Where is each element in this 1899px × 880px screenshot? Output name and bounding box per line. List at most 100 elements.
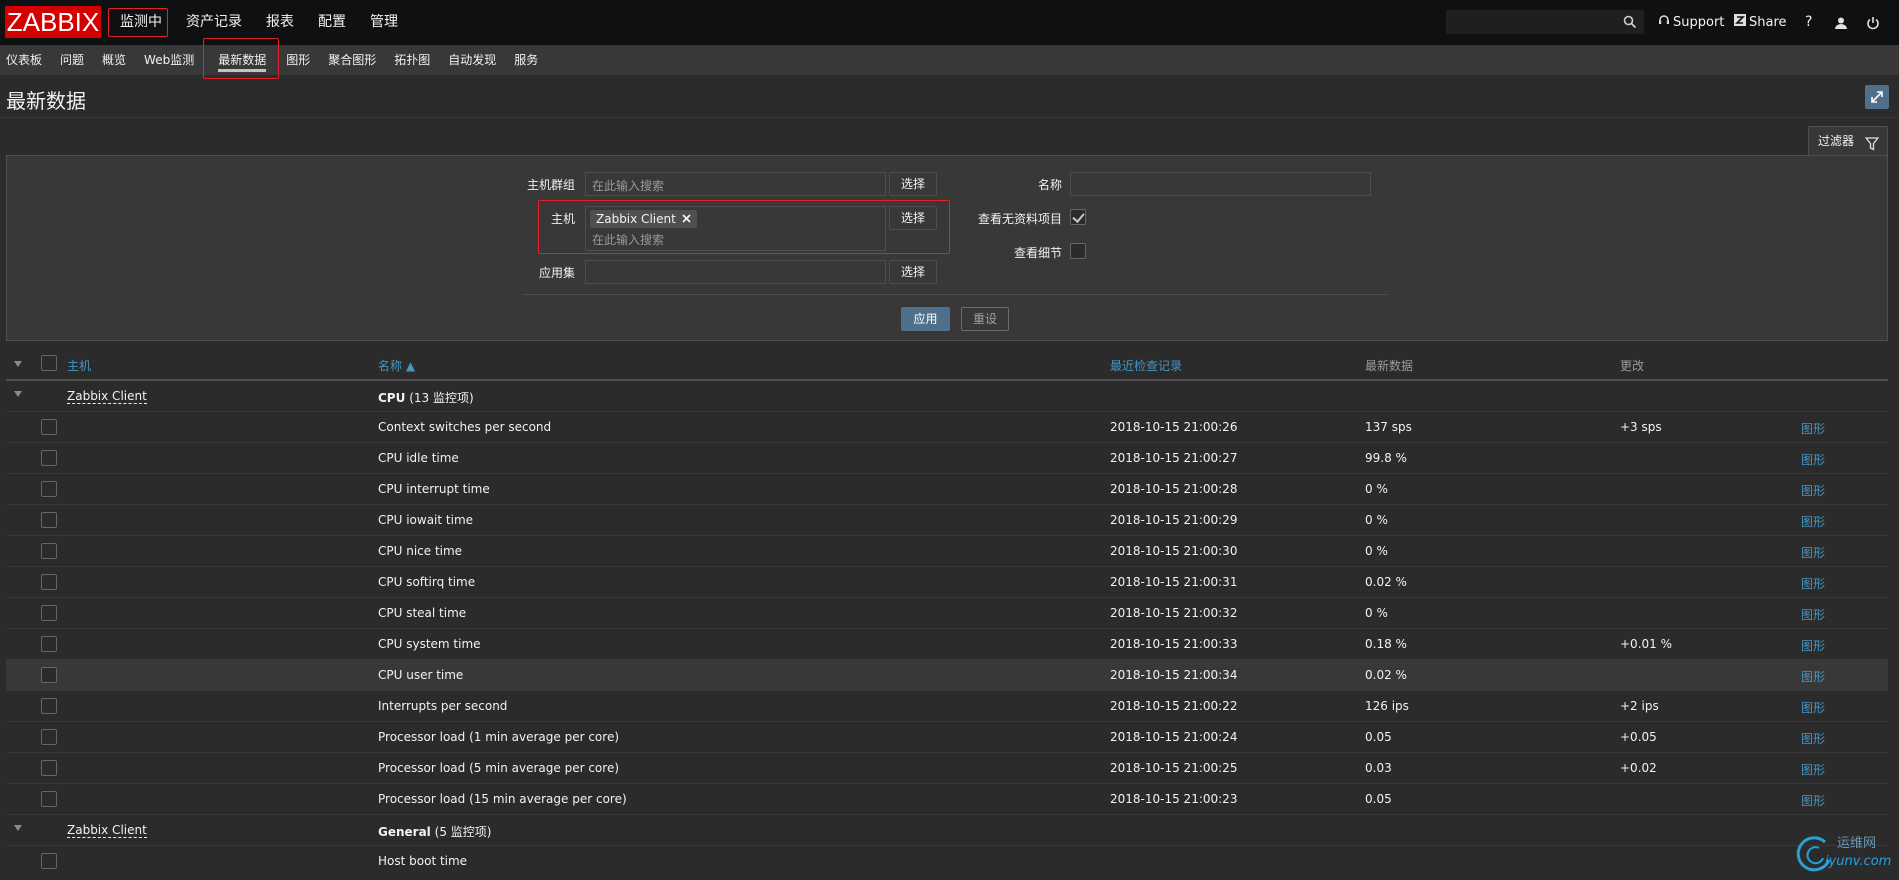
row-checkbox[interactable] bbox=[41, 853, 57, 869]
search-icon[interactable] bbox=[1623, 15, 1637, 32]
item-last-value: 126 ips bbox=[1365, 699, 1409, 713]
item-graph-link[interactable]: 图形 bbox=[1801, 606, 1825, 623]
column-header-name[interactable]: 名称 ▲ bbox=[378, 357, 415, 374]
host-group-input[interactable]: 在此输入搜索 bbox=[585, 172, 886, 196]
item-last-check: 2018-10-15 21:00:33 bbox=[1110, 637, 1238, 651]
sub-menu-overview[interactable]: 概览 bbox=[96, 45, 136, 75]
item-graph-link[interactable]: 图形 bbox=[1801, 637, 1825, 654]
row-checkbox[interactable] bbox=[41, 791, 57, 807]
sub-menu-web[interactable]: Web监测 bbox=[138, 45, 204, 75]
row-checkbox[interactable] bbox=[41, 729, 57, 745]
zabbix-logo[interactable]: ZABBIX bbox=[5, 6, 101, 38]
help-link[interactable]: ? bbox=[1805, 0, 1812, 45]
item-graph-link[interactable]: 图形 bbox=[1801, 730, 1825, 747]
table-row: CPU user time 2018-10-15 21:00:34 0.02 %… bbox=[6, 660, 1888, 691]
row-checkbox[interactable] bbox=[41, 450, 57, 466]
select-all-checkbox[interactable] bbox=[41, 355, 57, 371]
item-name: CPU system time bbox=[378, 637, 481, 651]
sub-menu-services[interactable]: 服务 bbox=[508, 45, 548, 75]
highlight-box-monitoring bbox=[108, 8, 168, 37]
column-header-last-check[interactable]: 最近检查记录 bbox=[1110, 357, 1182, 374]
item-graph-link[interactable]: 图形 bbox=[1801, 420, 1825, 437]
item-graph-link[interactable]: 图形 bbox=[1801, 668, 1825, 685]
group-application-name: CPU (13 监控项) bbox=[378, 389, 474, 406]
group-host-link[interactable]: Zabbix Client bbox=[67, 389, 147, 404]
item-last-check: 2018-10-15 21:00:34 bbox=[1110, 668, 1238, 682]
item-last-value: 0.05 bbox=[1365, 792, 1392, 806]
name-label: 名称 bbox=[1037, 178, 1062, 192]
item-name: CPU nice time bbox=[378, 544, 463, 558]
row-checkbox[interactable] bbox=[41, 605, 57, 621]
row-checkbox[interactable] bbox=[41, 419, 57, 435]
collapse-group-icon[interactable] bbox=[14, 825, 22, 831]
item-last-check: 2018-10-15 21:00:31 bbox=[1110, 575, 1238, 589]
sub-menu-problems[interactable]: 问题 bbox=[54, 45, 94, 75]
item-graph-link[interactable]: 图形 bbox=[1801, 761, 1825, 778]
headset-icon bbox=[1658, 0, 1670, 45]
row-checkbox[interactable] bbox=[41, 512, 57, 528]
item-change: +3 sps bbox=[1620, 420, 1662, 434]
highlight-box-host-filter bbox=[538, 200, 950, 254]
sub-menu-screens[interactable]: 聚合图形 bbox=[322, 45, 386, 75]
table-row: Processor load (5 min average per core) … bbox=[6, 753, 1888, 784]
row-checkbox[interactable] bbox=[41, 667, 57, 683]
item-last-value: 0 % bbox=[1365, 544, 1388, 558]
fullscreen-button[interactable] bbox=[1865, 85, 1889, 109]
apply-button[interactable]: 应用 bbox=[901, 307, 950, 331]
support-link[interactable]: Support bbox=[1658, 0, 1724, 45]
zabbix-share-icon bbox=[1734, 0, 1746, 45]
item-graph-link[interactable]: 图形 bbox=[1801, 792, 1825, 809]
global-search-input[interactable] bbox=[1447, 11, 1617, 33]
item-graph-link[interactable]: 图形 bbox=[1801, 575, 1825, 592]
sub-menu-graphs[interactable]: 图形 bbox=[280, 45, 320, 75]
item-change: +2 ips bbox=[1620, 699, 1659, 713]
host-group-select-button[interactable]: 选择 bbox=[889, 172, 937, 196]
group-host-link[interactable]: Zabbix Client bbox=[67, 823, 147, 838]
user-profile-icon[interactable] bbox=[1834, 0, 1848, 45]
table-row: CPU system time 2018-10-15 21:00:33 0.18… bbox=[6, 629, 1888, 660]
sub-menu-discovery[interactable]: 自动发现 bbox=[442, 45, 506, 75]
watermark-text-top: 运维网 bbox=[1837, 836, 1877, 851]
main-menu-administration[interactable]: 管理 bbox=[358, 0, 410, 45]
row-checkbox[interactable] bbox=[41, 636, 57, 652]
row-checkbox[interactable] bbox=[41, 760, 57, 776]
item-graph-link[interactable]: 图形 bbox=[1801, 544, 1825, 561]
watermark-logo: 运维网 iyunv.com bbox=[1795, 832, 1895, 876]
row-checkbox[interactable] bbox=[41, 698, 57, 714]
reset-button[interactable]: 重设 bbox=[961, 307, 1009, 331]
application-select-button[interactable]: 选择 bbox=[889, 260, 937, 284]
group-item-count: (13 监控项) bbox=[409, 391, 474, 405]
sub-menu-maps[interactable]: 拓扑图 bbox=[388, 45, 440, 75]
share-link[interactable]: Share bbox=[1734, 0, 1787, 45]
item-last-value: 0.02 % bbox=[1365, 575, 1407, 589]
sub-menu-dashboard[interactable]: 仪表板 bbox=[0, 45, 52, 75]
table-row: Processor load (1 min average per core) … bbox=[6, 722, 1888, 753]
show-items-without-data-checkbox[interactable] bbox=[1070, 209, 1086, 225]
filter-tab[interactable]: 过滤器 bbox=[1808, 126, 1888, 156]
item-graph-link[interactable]: 图形 bbox=[1801, 451, 1825, 468]
group-application-label: CPU bbox=[378, 391, 406, 405]
row-checkbox[interactable] bbox=[41, 543, 57, 559]
table-header: 主机 名称 ▲ 最近检查记录 最新数据 更改 bbox=[6, 349, 1888, 381]
row-checkbox[interactable] bbox=[41, 574, 57, 590]
column-header-host[interactable]: 主机 bbox=[67, 357, 91, 374]
item-graph-link[interactable]: 图形 bbox=[1801, 513, 1825, 530]
item-graph-link[interactable]: 图形 bbox=[1801, 482, 1825, 499]
application-input[interactable] bbox=[585, 260, 886, 284]
row-checkbox[interactable] bbox=[41, 481, 57, 497]
table-row: CPU softirq time 2018-10-15 21:00:31 0.0… bbox=[6, 567, 1888, 598]
table-row: Host boot time bbox=[6, 846, 1888, 877]
item-last-value: 0.18 % bbox=[1365, 637, 1407, 651]
item-last-value: 0.05 bbox=[1365, 730, 1392, 744]
show-details-checkbox[interactable] bbox=[1070, 243, 1086, 259]
main-menu-configuration[interactable]: 配置 bbox=[306, 0, 358, 45]
item-last-check: 2018-10-15 21:00:26 bbox=[1110, 420, 1238, 434]
collapse-group-icon[interactable] bbox=[14, 391, 22, 397]
logout-icon[interactable] bbox=[1866, 0, 1880, 45]
name-input[interactable] bbox=[1070, 172, 1371, 196]
item-graph-link[interactable]: 图形 bbox=[1801, 699, 1825, 716]
group-row-cpu: Zabbix Client CPU (13 监控项) bbox=[6, 381, 1888, 412]
item-name: Interrupts per second bbox=[378, 699, 508, 713]
group-application-label: General bbox=[378, 825, 431, 839]
collapse-all-icon[interactable] bbox=[14, 361, 22, 367]
